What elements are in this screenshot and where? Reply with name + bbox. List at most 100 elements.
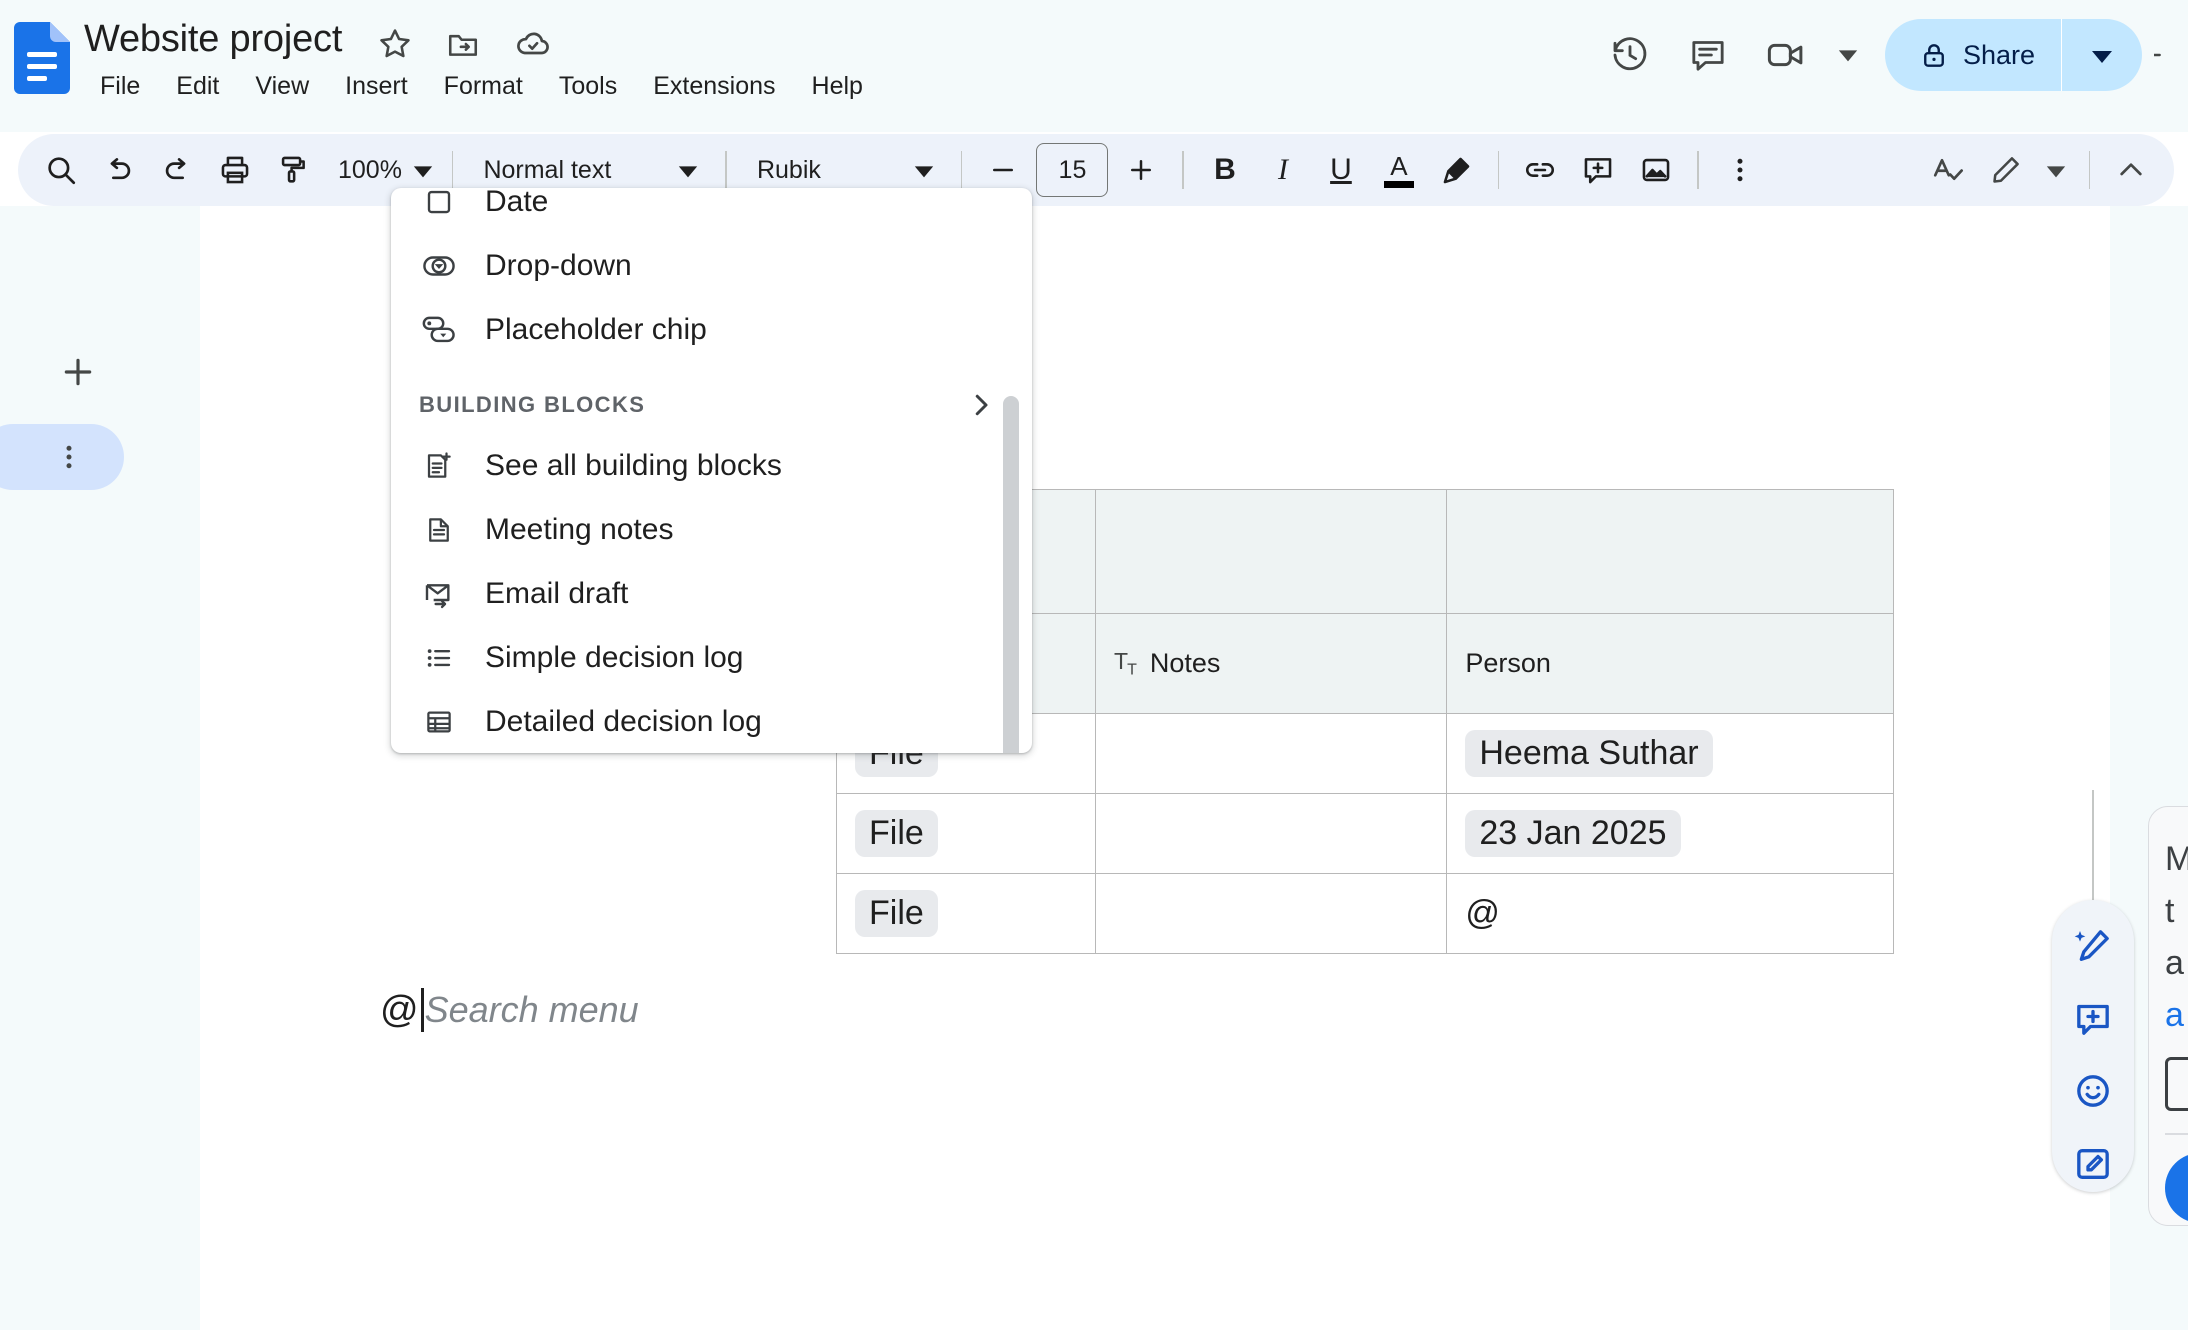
share-button[interactable]: Share: [1884, 19, 2142, 91]
column-header-person[interactable]: Person: [1446, 613, 1894, 714]
pencil-icon[interactable]: [1977, 141, 2035, 199]
menu-insert[interactable]: Insert: [327, 70, 426, 103]
chevron-right-icon[interactable]: [966, 390, 996, 420]
toolbar-divider: [1182, 151, 1184, 189]
more-vertical-icon[interactable]: [1711, 141, 1769, 199]
menu-section-building-blocks[interactable]: BUILDING BLOCKS: [391, 376, 1032, 434]
chevron-down-icon: [913, 159, 935, 181]
markup-icon[interactable]: [2064, 1136, 2122, 1193]
text-color-swatch: [1383, 180, 1414, 188]
share-main[interactable]: Share: [1885, 19, 2062, 91]
search-input[interactable]: Search menu: [425, 989, 639, 1031]
avatar[interactable]: [2165, 1153, 2188, 1223]
chip[interactable]: 23 Jan 2025: [1465, 810, 1681, 857]
table-row[interactable]: File @: [835, 873, 1894, 954]
cell-person[interactable]: @: [1446, 873, 1894, 954]
search-icon[interactable]: [32, 141, 90, 199]
menu-item-simple-decision-log-label: Simple decision log: [485, 641, 744, 674]
table-row[interactable]: File 23 Jan 2025: [835, 793, 1894, 874]
cell-related[interactable]: File: [835, 873, 1097, 954]
page-title[interactable]: Website project: [84, 18, 342, 61]
print-icon[interactable]: [206, 141, 264, 199]
side-panel-link[interactable]: a: [2165, 989, 2188, 1041]
at-mention-search[interactable]: @ Search menu: [380, 988, 639, 1032]
menu-format[interactable]: Format: [426, 70, 541, 103]
chevron-down-icon: [412, 159, 434, 181]
menu-item-email-draft[interactable]: Email draft: [391, 562, 1032, 626]
menu-item-detailed-decision-log[interactable]: Detailed decision log: [391, 690, 1032, 753]
move-folder-icon[interactable]: [443, 24, 483, 64]
cell-notes[interactable]: [1095, 873, 1448, 954]
side-panel[interactable]: M t a a: [2148, 806, 2188, 1226]
menu-extensions[interactable]: Extensions: [635, 70, 793, 103]
help-me-write-icon[interactable]: [2064, 918, 2122, 975]
text-color-button[interactable]: A: [1370, 141, 1428, 199]
menu-item-meeting-notes[interactable]: Meeting notes: [391, 498, 1032, 562]
chip[interactable]: Heema Suthar: [1465, 730, 1713, 777]
banner-cell[interactable]: [1446, 489, 1894, 614]
avatar[interactable]: [2154, 19, 2188, 91]
version-history-icon[interactable]: [1591, 16, 1669, 94]
menu-scrollbar[interactable]: [1003, 396, 1019, 753]
redo-icon[interactable]: [148, 141, 206, 199]
meet-caret-icon[interactable]: [1825, 16, 1871, 94]
underline-button[interactable]: U: [1312, 141, 1370, 199]
menu-tools[interactable]: Tools: [541, 70, 635, 103]
add-block-button[interactable]: [50, 344, 106, 400]
calendar-date-icon: [419, 188, 459, 222]
cell-person[interactable]: Heema Suthar: [1446, 713, 1894, 794]
menu-item-placeholder-chip[interactable]: Placeholder chip: [391, 298, 1032, 362]
cell-notes[interactable]: [1095, 713, 1448, 794]
chevron-up-icon[interactable]: [2102, 141, 2160, 199]
menu-item-drop-down[interactable]: Drop-down: [391, 234, 1032, 298]
comment-history-icon[interactable]: [1669, 16, 1747, 94]
docs-logo-icon[interactable]: [14, 22, 70, 94]
increase-font-size-button[interactable]: [1112, 141, 1170, 199]
menu-file[interactable]: File: [82, 70, 158, 103]
menu-edit[interactable]: Edit: [158, 70, 237, 103]
banner-cell[interactable]: [1095, 489, 1448, 614]
bold-button[interactable]: B: [1196, 141, 1254, 199]
cell-related[interactable]: File: [835, 793, 1097, 874]
toolbar-divider: [725, 151, 727, 189]
menu-item-date-label: Date: [485, 188, 549, 218]
cloud-saved-icon[interactable]: [513, 24, 553, 64]
share-chevron-down-icon[interactable]: [2062, 43, 2142, 67]
share-label: Share: [1962, 39, 2035, 70]
menu-help[interactable]: Help: [794, 70, 881, 103]
placeholder-chip-icon: [419, 310, 459, 350]
add-comment-icon[interactable]: [1569, 141, 1627, 199]
emoji-reaction-icon[interactable]: [2064, 1063, 2122, 1120]
checkbox-icon[interactable]: [2165, 1057, 2188, 1111]
insert-link-icon[interactable]: [1511, 141, 1569, 199]
editing-mode-chevron-down-icon[interactable]: [2035, 141, 2077, 199]
toolbar-divider: [960, 151, 963, 189]
floating-action-rail: [2052, 900, 2134, 1192]
menu-view[interactable]: View: [237, 70, 327, 103]
all-building-blocks-icon: [419, 446, 459, 486]
at-mention-menu[interactable]: Date Drop-down Placeholder chip BUILDING…: [391, 188, 1032, 753]
cell-person[interactable]: 23 Jan 2025: [1446, 793, 1894, 874]
top-bar: Website project File Edit View Insert Fo…: [0, 0, 2188, 132]
insert-image-icon[interactable]: [1627, 141, 1685, 199]
menu-item-simple-decision-log[interactable]: Simple decision log: [391, 626, 1032, 690]
cell-notes[interactable]: [1095, 793, 1448, 874]
chip[interactable]: File: [855, 810, 938, 857]
paint-format-icon[interactable]: [264, 141, 322, 199]
spellcheck-icon[interactable]: [1919, 141, 1977, 199]
font-size-input[interactable]: 15: [1036, 143, 1109, 197]
menu-item-see-all-building-blocks-label: See all building blocks: [485, 449, 782, 482]
add-comment-icon[interactable]: [2064, 991, 2122, 1048]
meet-camera-icon[interactable]: [1747, 16, 1825, 94]
menu-item-see-all-building-blocks[interactable]: See all building blocks: [391, 434, 1032, 498]
chip[interactable]: File: [855, 890, 938, 937]
menu-item-date[interactable]: Date: [391, 188, 1032, 234]
side-panel-line: a: [2165, 944, 2184, 982]
undo-icon[interactable]: [90, 141, 148, 199]
column-header-notes[interactable]: TT Notes: [1095, 613, 1448, 714]
text-color-letter: A: [1390, 150, 1408, 181]
italic-button[interactable]: I: [1254, 141, 1312, 199]
highlight-pen-icon[interactable]: [1428, 141, 1486, 199]
star-icon[interactable]: [375, 24, 415, 64]
block-options-button[interactable]: [0, 424, 124, 490]
